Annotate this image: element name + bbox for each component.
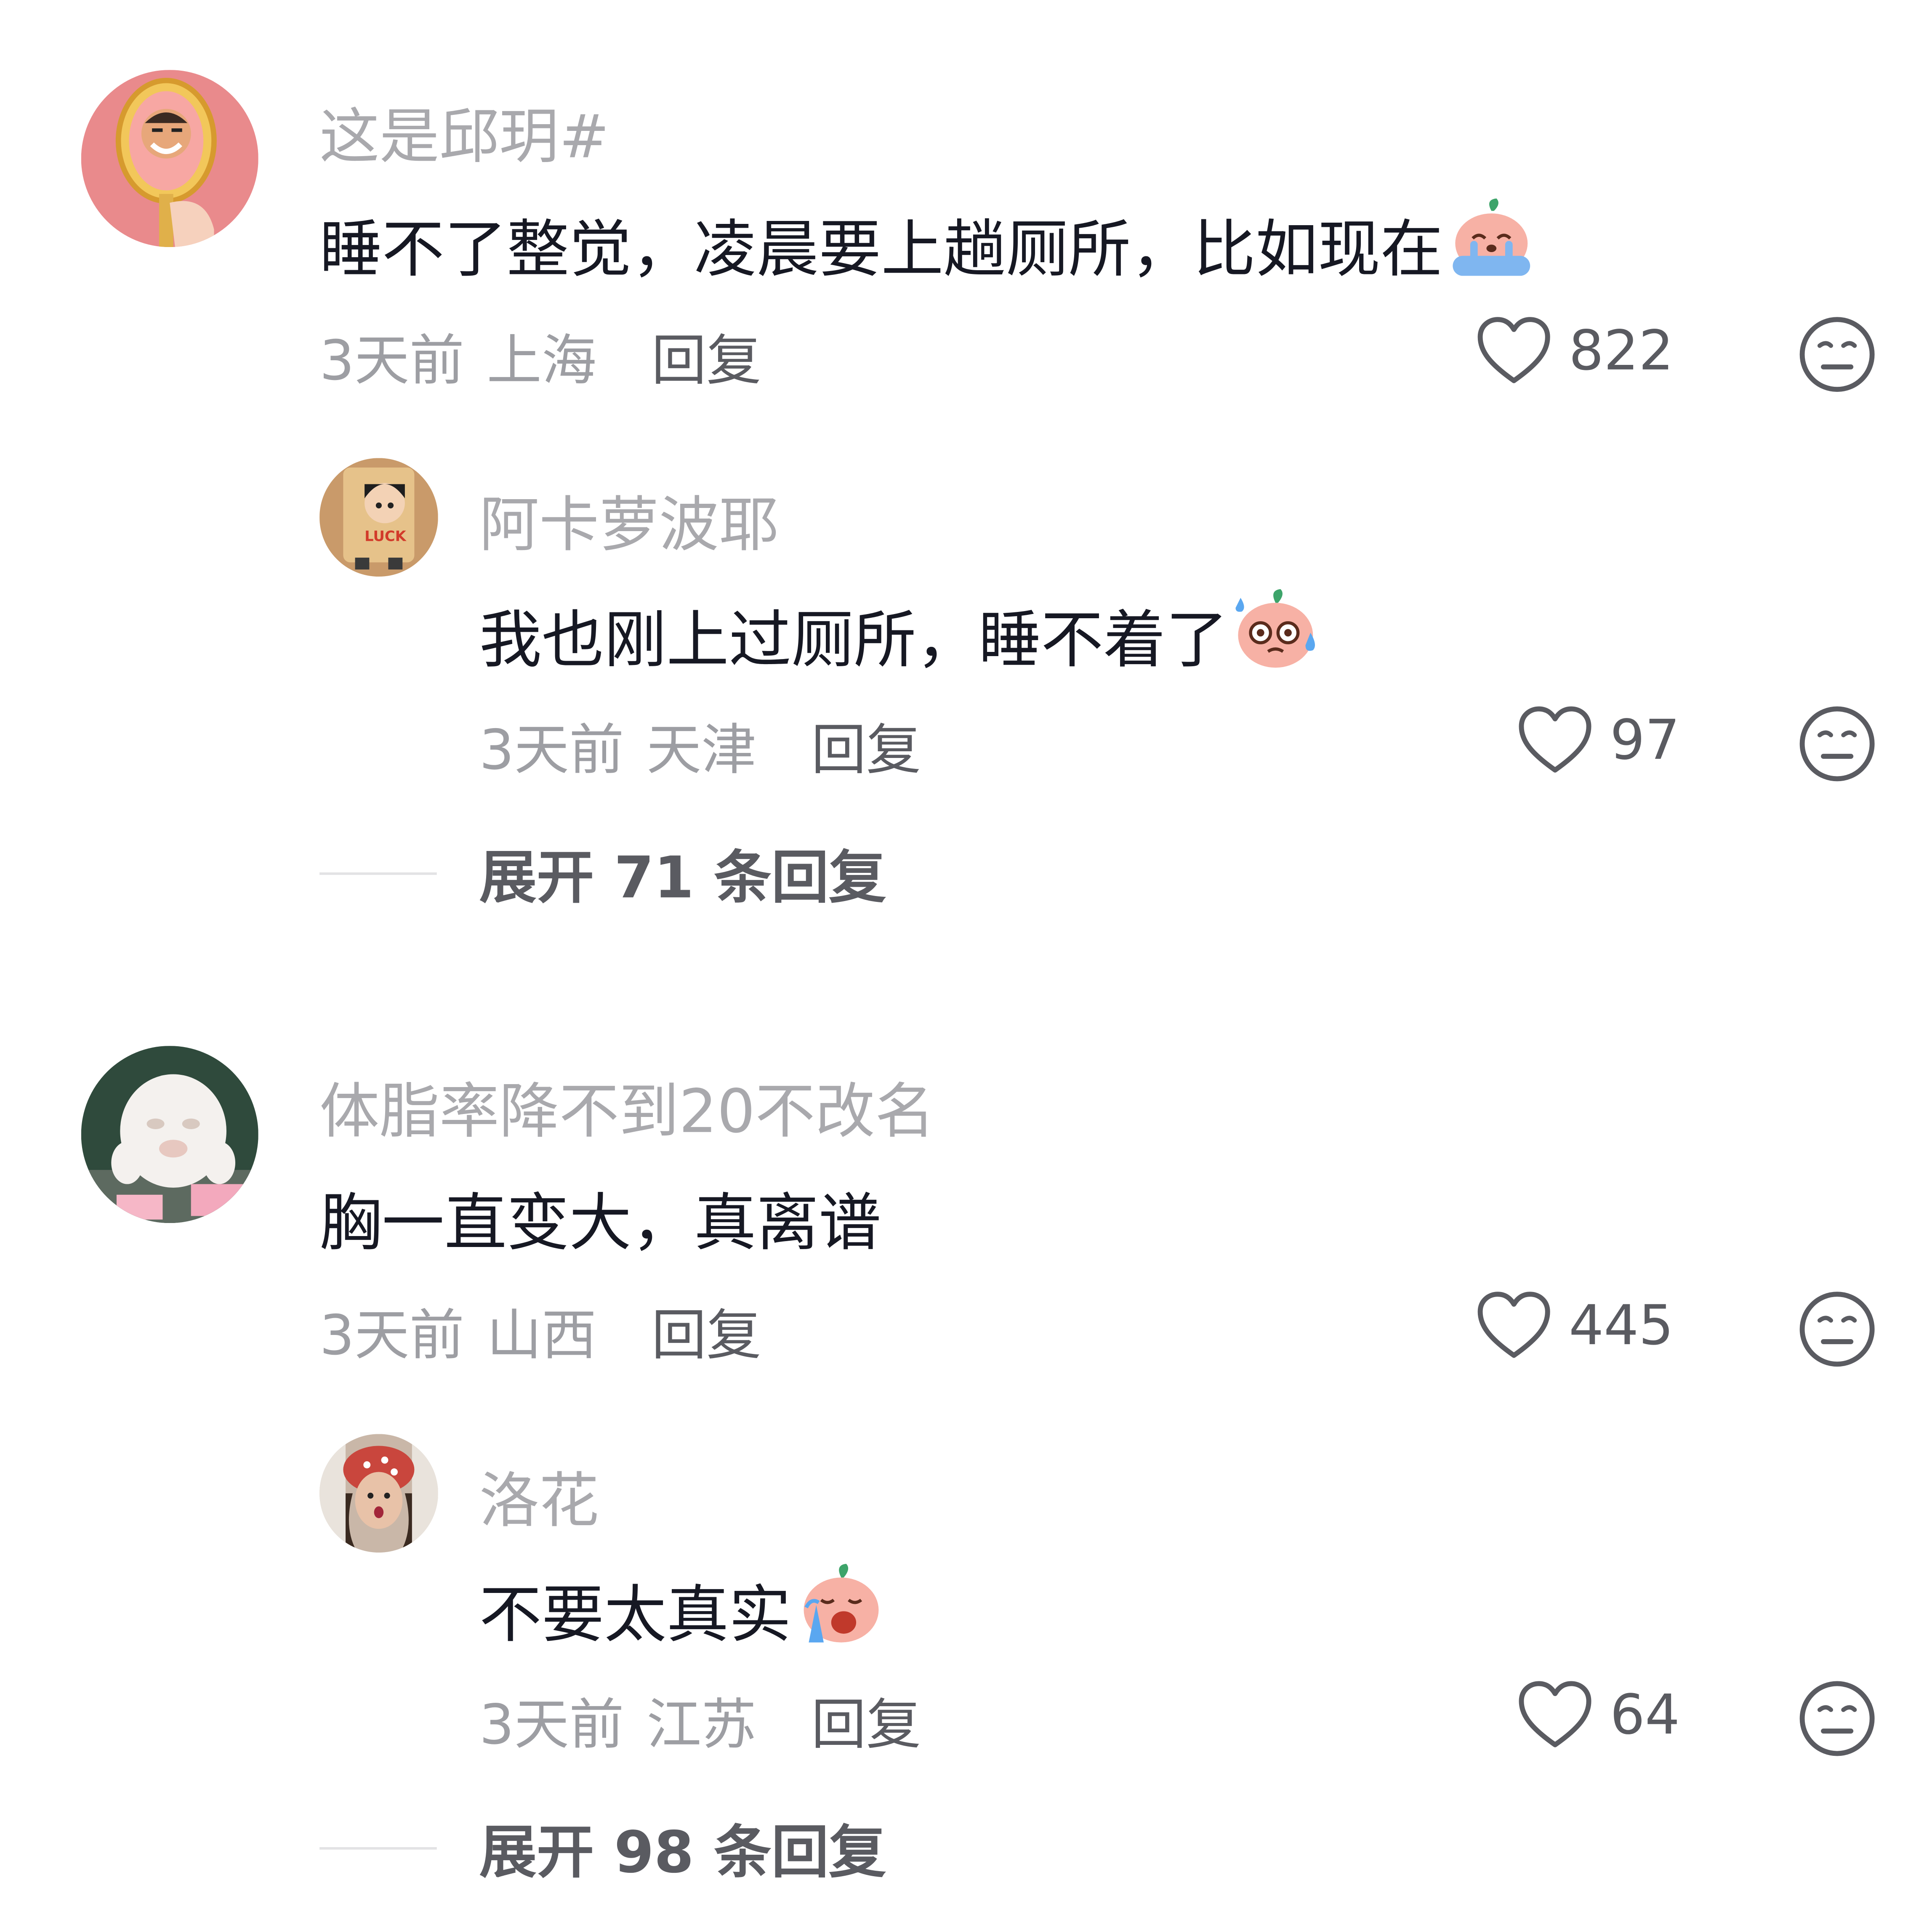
reply-meta: 3天前 天津 回复 (479, 705, 921, 785)
neutral-face-icon (1799, 1681, 1875, 1756)
expand-replies-label: 展开 98 条回复 (479, 1818, 886, 1886)
like-count: 445 (1569, 1293, 1674, 1357)
loud-crying-emoji (794, 1558, 886, 1662)
comment-meta: 3天前 上海 回复 (319, 316, 761, 396)
comment-time: 3天前 (319, 1304, 465, 1368)
like-button[interactable]: 97 (1518, 705, 1680, 775)
heart-outline-icon (1519, 1681, 1591, 1747)
neutral-face-icon (1799, 317, 1875, 392)
comment-time: 3天前 (319, 329, 465, 394)
heart-outline-icon (1477, 317, 1550, 383)
expand-replies-button[interactable]: 展开 71 条回复 (319, 839, 886, 911)
like-count: 64 (1610, 1683, 1680, 1747)
nervous-sweat-emoji (1231, 583, 1323, 688)
user-avatar[interactable] (81, 1046, 258, 1223)
user-avatar[interactable]: LUCK (319, 458, 438, 577)
reply-time: 3天前 (479, 719, 624, 783)
reply-text: 不要太真实 (479, 1558, 886, 1662)
heart-outline-icon (1477, 1292, 1550, 1358)
like-button[interactable]: 822 (1477, 316, 1674, 386)
comment-username[interactable]: 这是邱玥# (319, 88, 609, 175)
dislike-button[interactable] (1799, 1680, 1876, 1763)
like-button[interactable]: 445 (1477, 1290, 1674, 1360)
reply-text-content: 我也刚上过厕所，睡不着了 (479, 604, 1228, 677)
reply-button[interactable]: 回复 (811, 1680, 921, 1760)
neutral-face-icon (1799, 1292, 1875, 1367)
reply-location: 天津 (646, 719, 756, 783)
comment-location: 山西 (487, 1304, 597, 1368)
comment-location: 上海 (487, 329, 597, 394)
heart-outline-icon (1519, 706, 1591, 773)
dislike-button[interactable] (1799, 316, 1876, 398)
expand-replies-button[interactable]: 展开 98 条回复 (319, 1813, 886, 1886)
comment-text-content: 胸一直变大，真离谱 (319, 1187, 881, 1260)
reply-username[interactable]: 洛花 (479, 1452, 599, 1539)
reply-button[interactable]: 回复 (652, 1290, 761, 1370)
crying-face-emoji (1445, 194, 1538, 296)
neutral-face-icon (1799, 706, 1875, 782)
reply-button[interactable]: 回复 (811, 705, 921, 785)
reply-meta: 3天前 江苏 回复 (479, 1680, 921, 1760)
comment-username[interactable]: 体脂率降不到20不改名 (319, 1062, 935, 1150)
expand-replies-label: 展开 71 条回复 (479, 843, 886, 911)
like-button[interactable]: 64 (1518, 1680, 1680, 1750)
reply-username[interactable]: 阿卡萝波耶 (479, 476, 779, 563)
like-count: 97 (1610, 708, 1680, 772)
dislike-button[interactable] (1799, 1290, 1876, 1373)
comment-text: 睡不了整觉，凌晨要上趟厕所，比如现在 (319, 194, 1538, 296)
comment-text-content: 睡不了整觉，凌晨要上趟厕所，比如现在 (319, 213, 1443, 286)
divider-line (319, 872, 437, 875)
dislike-button[interactable] (1799, 705, 1876, 788)
reply-time: 3天前 (479, 1694, 624, 1757)
svg-text:LUCK: LUCK (365, 528, 407, 545)
comment-meta: 3天前 山西 回复 (319, 1290, 761, 1370)
like-count: 822 (1569, 319, 1674, 383)
reply-button[interactable]: 回复 (652, 316, 761, 396)
reply-location: 江苏 (646, 1694, 756, 1757)
user-avatar[interactable] (81, 70, 258, 247)
user-avatar[interactable] (319, 1434, 438, 1553)
divider-line (319, 1847, 437, 1850)
reply-text: 我也刚上过厕所，睡不着了 (479, 583, 1323, 688)
reply-text-content: 不要太真实 (479, 1579, 791, 1651)
comment-text: 胸一直变大，真离谱 (319, 1173, 881, 1263)
